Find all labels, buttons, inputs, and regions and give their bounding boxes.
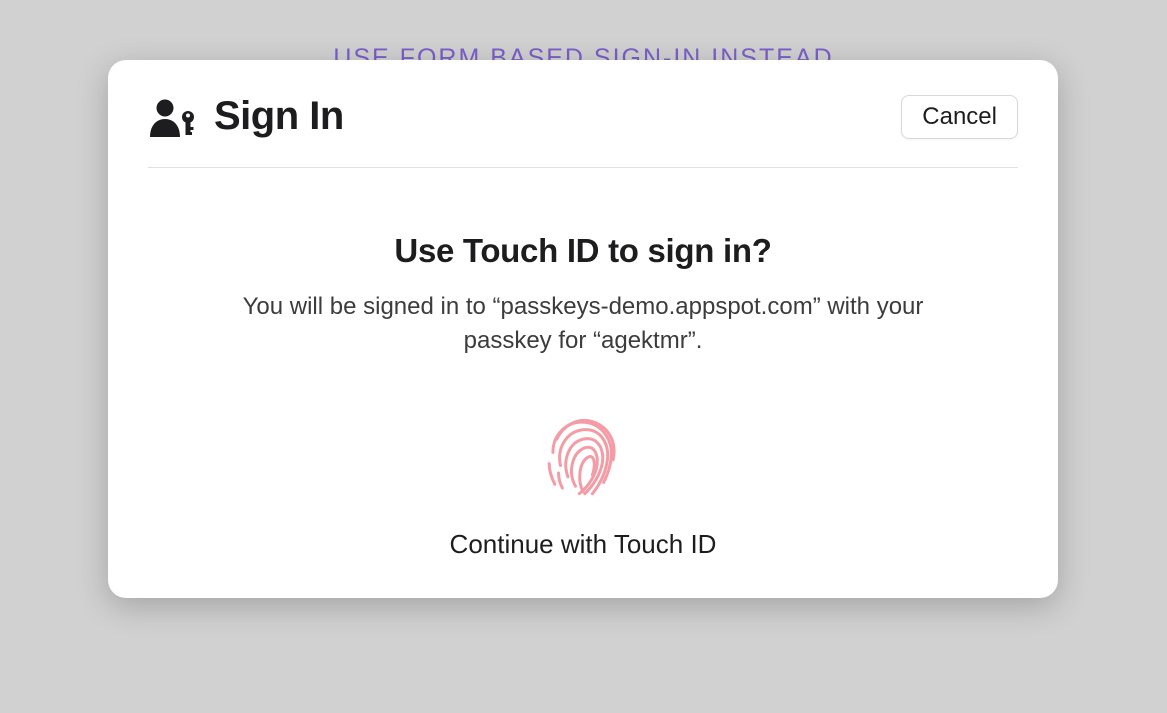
modal-header: Sign In Cancel xyxy=(148,94,1018,168)
signin-modal: Sign In Cancel Use Touch ID to sign in? … xyxy=(108,60,1058,598)
touch-id-section[interactable]: Continue with Touch ID xyxy=(450,411,717,560)
modal-title: Sign In xyxy=(214,94,344,139)
modal-body: Use Touch ID to sign in? You will be sig… xyxy=(148,168,1018,568)
fingerprint-icon xyxy=(536,411,630,505)
passkey-icon xyxy=(148,97,200,137)
title-group: Sign In xyxy=(148,94,344,139)
continue-touch-id-label: Continue with Touch ID xyxy=(450,529,717,560)
prompt-heading: Use Touch ID to sign in? xyxy=(394,232,771,270)
prompt-description: You will be signed in to “passkeys-demo.… xyxy=(203,290,963,357)
cancel-button[interactable]: Cancel xyxy=(901,95,1018,139)
